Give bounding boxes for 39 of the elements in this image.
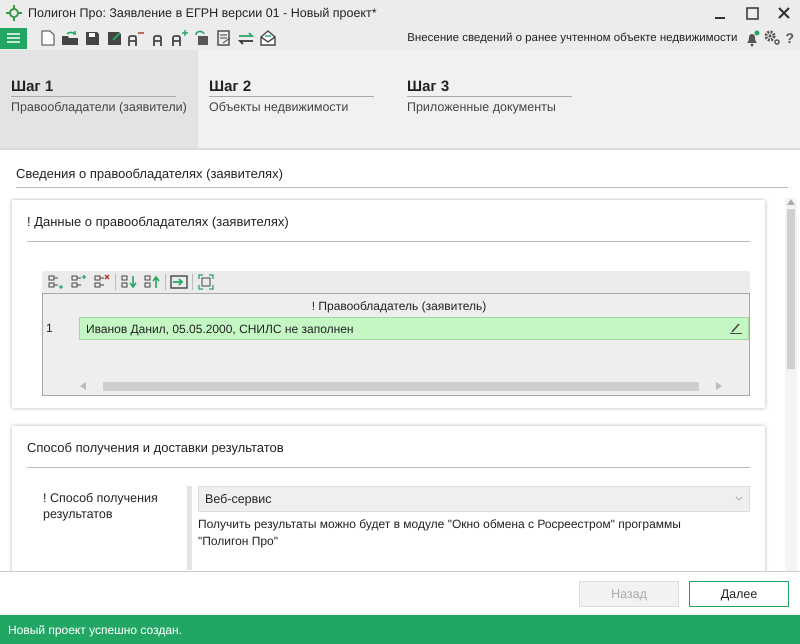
fit-screen-icon[interactable] bbox=[196, 273, 216, 291]
close-icon bbox=[778, 7, 790, 19]
refresh-document-icon[interactable] bbox=[193, 29, 211, 47]
step-tab[interactable]: Шаг 3 Приложенные документы bbox=[396, 50, 594, 148]
open-folder-icon[interactable] bbox=[61, 29, 79, 47]
save-as-icon[interactable] bbox=[105, 29, 123, 47]
card-title: Способ получения и доставки результатов bbox=[27, 440, 750, 468]
vertical-scrollbar[interactable] bbox=[785, 198, 797, 571]
menu-icon bbox=[7, 33, 20, 43]
card-title: ! Данные о правообладателях (заявителях) bbox=[27, 214, 750, 242]
save-icon[interactable] bbox=[83, 29, 101, 47]
move-down-icon[interactable] bbox=[119, 273, 139, 291]
edit-form-icon[interactable] bbox=[215, 29, 233, 47]
new-document-icon[interactable] bbox=[39, 29, 57, 47]
mode-caption: Внесение сведений о ранее учтенном объекте недвижимости bbox=[407, 32, 738, 44]
import-icon[interactable] bbox=[169, 273, 189, 291]
field-label: ! Способ получения результатов bbox=[42, 490, 159, 523]
help-button[interactable]: ? bbox=[781, 30, 800, 46]
column-header: ! Правообладатель (заявитель) bbox=[310, 298, 488, 312]
field-hint: Получить результаты можно будет в модуле "Окно обмена с Росреестром" программы "Полигон Про" bbox=[198, 516, 682, 550]
move-up-icon[interactable] bbox=[142, 273, 162, 291]
font-increase-icon[interactable] bbox=[171, 29, 189, 47]
minimize-icon bbox=[715, 17, 725, 19]
table-cell[interactable]: Иванов Данил, 05.05.2000, СНИЛС не заполнен bbox=[79, 317, 749, 340]
app-logo-icon bbox=[6, 5, 22, 21]
section-title: Сведения о правообладателях (заявителях) bbox=[16, 166, 788, 188]
step-tab[interactable]: Шаг 1 Правообладатели (заявители) bbox=[0, 50, 198, 148]
next-button[interactable]: Далее bbox=[689, 580, 789, 606]
maximize-icon bbox=[746, 6, 758, 20]
row-number: 1 bbox=[45, 320, 54, 337]
dropdown-field[interactable]: Веб-сервис bbox=[198, 486, 750, 512]
status-bar: Новый проект успешно создан. bbox=[0, 615, 800, 644]
window-title: Полигон Про: Заявление в ЕГРН версии 01 - Новый проект* bbox=[28, 6, 378, 20]
envelope-icon[interactable] bbox=[259, 29, 277, 47]
menu-button[interactable] bbox=[0, 28, 27, 48]
add-row-icon[interactable] bbox=[46, 273, 66, 291]
edit-pencil-icon[interactable] bbox=[730, 322, 742, 334]
step-tab[interactable]: Шаг 2 Объекты недвижимости bbox=[198, 50, 396, 148]
settings-icon[interactable] bbox=[763, 29, 782, 47]
